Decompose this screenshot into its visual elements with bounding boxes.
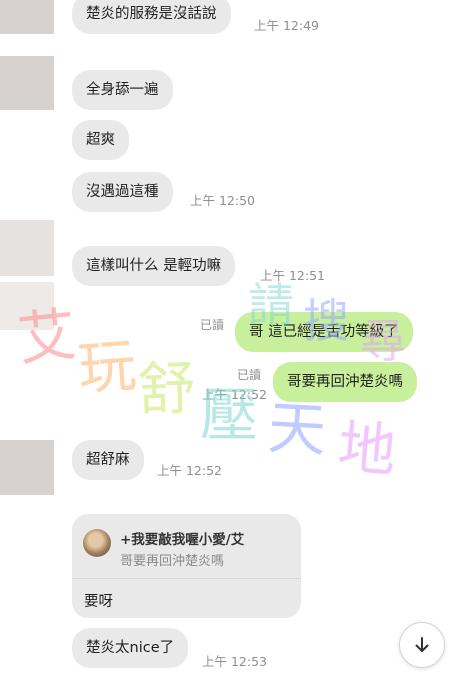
message-bubble: 全身舔一遍 [72,70,173,110]
watermark-char: 地 [335,412,399,486]
reply-text: 要呀 [84,594,113,610]
read-receipt: 已讀 [237,368,262,382]
message-time: 上午 12:51 [260,268,325,283]
avatar [83,529,111,557]
arrow-down-icon [415,637,429,652]
sent-message-bubble: 哥要再回沖楚炎嗎 [273,362,417,402]
message-time: 上午 12:52 [202,387,267,402]
message-bubble: 沒遇過這種 [72,172,173,212]
avatar-strip [0,0,54,34]
quoted-message-text: 哥要再回沖楚炎嗎 [120,554,225,569]
quoted-sender-name: +我要敲我喔小愛/艾 [120,532,245,548]
message-time: 上午 12:50 [190,193,255,208]
watermark-char: 舒 [136,354,198,424]
watermark-char: 天 [266,393,328,465]
reply-message-card[interactable]: +我要敲我喔小愛/艾 哥要再回沖楚炎嗎 要呀 [72,514,301,618]
read-receipt: 已讀 [200,318,225,332]
avatar-strip [0,440,54,495]
avatar-strip [0,56,54,110]
avatar-strip [0,282,54,330]
avatar-strip [0,220,54,276]
scroll-to-bottom-button[interactable] [399,622,445,668]
message-time: 上午 12:52 [157,463,222,478]
sent-message-bubble: 哥 這已經是舌功等級了 [235,312,413,352]
quoted-message[interactable]: +我要敲我喔小愛/艾 哥要再回沖楚炎嗎 [72,514,301,579]
watermark-char: 玩 [75,331,139,403]
message-bubble: 楚炎的服務是沒話說 [72,0,231,34]
message-bubble: 超舒麻 [72,440,144,480]
message-time: 上午 12:53 [202,654,267,669]
message-bubble: 這樣叫什么 是輕功嘛 [72,246,236,286]
message-bubble: 超爽 [72,120,129,160]
message-time: 上午 12:49 [254,18,319,33]
message-bubble: 楚炎太nice了 [72,628,189,668]
